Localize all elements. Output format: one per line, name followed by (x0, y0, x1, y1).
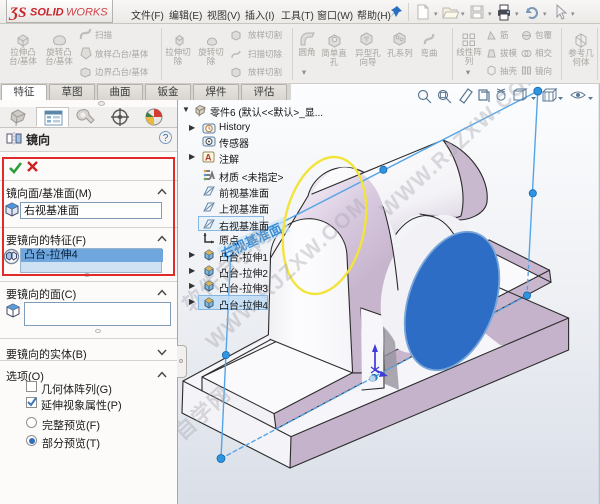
svg-text:A: A (205, 152, 212, 162)
svg-text:SOLID: SOLID (30, 7, 64, 19)
svg-text:WORKS: WORKS (66, 7, 108, 19)
svg-text:ƷS: ƷS (8, 5, 26, 21)
